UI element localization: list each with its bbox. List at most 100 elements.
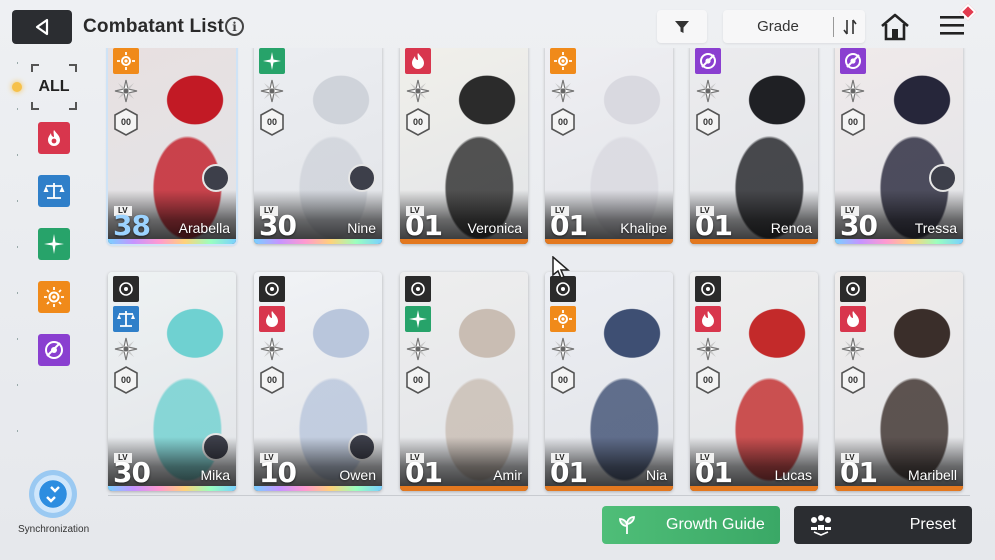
rank-badge: 00 [695,366,721,394]
sort-order-icon [842,19,857,34]
shuriken-icon [695,78,721,104]
sort-dropdown[interactable]: Grade [723,10,865,43]
sort-label: Grade [757,18,799,35]
level-value: 01 [405,209,443,242]
rank-badge: 00 [550,108,576,136]
card-icon-column: 00 [113,276,141,394]
sync-icon [29,470,77,518]
synchronization-button[interactable]: Synchronization [18,470,90,535]
combatant-card[interactable]: 00 LV 01 Nia [545,272,673,491]
growth-guide-button[interactable]: Growth Guide [602,506,780,544]
rank-badge: 00 [259,108,285,136]
rank-badge: 00 [840,366,866,394]
card-icon-column: 00 [259,48,287,136]
bracket-corner [31,102,39,110]
back-button[interactable] [12,10,72,44]
rank-value: 00 [266,117,277,127]
combatant-name: Mika [200,467,230,483]
filter-icon [675,20,689,33]
void-element-icon [695,48,721,74]
sun-element-icon [550,306,576,332]
card-icon-column: 00 [259,276,287,394]
level-value: 30 [113,456,151,489]
preset-button[interactable]: Preset [794,506,972,544]
class-icon [259,276,285,302]
preset-label: Preset [909,516,956,533]
combatant-card[interactable]: 00 LV 30 Nine [254,48,382,244]
rank-value: 00 [847,375,858,385]
wind-element-icon [44,234,64,254]
info-icon[interactable]: i [225,17,244,36]
card-icon-column: 00 [550,276,578,394]
selected-indicator [12,82,22,92]
card-icon-column: 00 [550,48,578,136]
combatant-card[interactable]: 00 LV 01 Lucas [690,272,818,491]
combatant-card[interactable]: 00 LV 01 Amir [400,272,528,491]
class-icon [695,276,721,302]
fire-element-icon [405,48,431,74]
rank-value: 00 [702,117,713,127]
filter-balance[interactable] [38,175,70,207]
home-button[interactable] [878,11,912,43]
card-icon-column: 00 [695,48,723,136]
filter-sun[interactable] [38,281,70,313]
filter-button[interactable] [657,10,707,43]
level-value: 38 [113,209,151,242]
shuriken-icon [695,336,721,362]
level-value: 01 [840,456,878,489]
combatant-name: Khalipe [620,220,667,236]
sort-order-button[interactable] [834,18,865,36]
combatant-card[interactable]: 00 LV 30 Tressa [835,48,963,244]
card-icon-column: 00 [113,48,141,136]
sync-label: Synchronization [18,524,90,535]
rank-badge: 00 [259,366,285,394]
combatant-name: Amir [493,467,522,483]
rank-value: 00 [120,117,131,127]
menu-button[interactable] [938,3,977,42]
back-arrow-icon [35,18,49,36]
card-icon-column: 00 [840,276,868,394]
filter-all[interactable]: ALL [31,64,77,110]
fire-element-icon [48,130,60,146]
sun-element-icon [550,48,576,74]
filter-fire[interactable] [38,122,70,154]
rank-value: 00 [266,375,277,385]
void-element-icon [45,341,63,359]
filter-wind[interactable] [38,228,70,260]
rank-badge: 00 [550,366,576,394]
rank-badge: 00 [695,108,721,136]
combatant-name: Nine [347,220,376,236]
combatant-card[interactable]: 00 LV 01 Khalipe [545,48,673,244]
rank-badge: 00 [840,108,866,136]
shuriken-icon [550,336,576,362]
combatant-name: Tressa [914,220,957,236]
combatant-name: Renoa [770,220,812,236]
level-value: 30 [840,209,878,242]
rank-value: 00 [557,117,568,127]
combatant-name: Maribell [907,467,957,483]
rank-badge: 00 [405,108,431,136]
combatant-card[interactable]: 00 LV 10 Owen [254,272,382,491]
bracket-corner [69,64,77,72]
page-title: Combatant List [83,16,225,37]
combatant-name: Veronica [467,220,522,236]
combatant-card[interactable]: 00 LV 01 Maribell [835,272,963,491]
filter-void[interactable] [38,334,70,366]
combatant-card[interactable]: 00 LV 38 Arabella [108,48,236,244]
bracket-corner [69,102,77,110]
fire-element-icon [840,306,866,332]
card-icon-column: 00 [405,48,433,136]
rank-value: 00 [702,375,713,385]
sun-element-icon [44,287,64,307]
rank-badge: 00 [113,108,139,136]
card-icon-column: 00 [840,48,868,136]
combatant-card[interactable]: 00 LV 30 Mika [108,272,236,491]
home-icon [881,13,909,41]
combatant-card[interactable]: 00 LV 01 Veronica [400,48,528,244]
level-value: 01 [550,209,588,242]
shuriken-icon [113,336,139,362]
shuriken-icon [113,78,139,104]
combatant-card[interactable]: 00 LV 01 Renoa [690,48,818,244]
shuriken-icon [259,336,285,362]
bracket-corner [31,64,39,72]
